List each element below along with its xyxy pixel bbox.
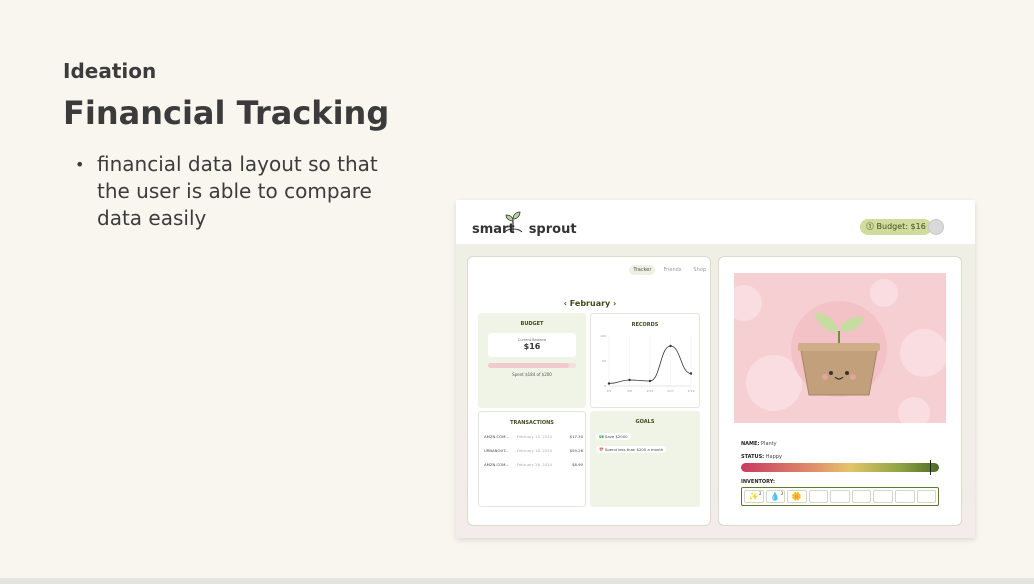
avatar[interactable] [928, 219, 944, 235]
plant-name: NAME: Planty [741, 441, 777, 447]
records-chart: 100 50 02/1 2/8 2/15 2/17 2/19 [600, 334, 695, 393]
inventory-slot-empty[interactable] [851, 490, 872, 503]
slide-bottom-bar [0, 578, 1034, 584]
transaction-merchant: AMZN.COM... [484, 462, 510, 467]
y-tick-label: 50 [602, 359, 606, 363]
month-selector[interactable]: ‹ February › [468, 299, 712, 308]
spent-progress-fill [488, 363, 569, 368]
table-row[interactable]: AMZN.COM... February 26, 2024 $8.90 [484, 462, 583, 467]
tab-shop[interactable]: Shop [689, 265, 710, 275]
inventory-slot-empty[interactable] [830, 490, 850, 503]
spent-text: Spent $184 of $200 [512, 372, 552, 377]
inventory-slot-empty[interactable] [894, 490, 915, 503]
records-point [628, 378, 631, 382]
goal-item[interactable]: 💵 Save $2000 [596, 433, 631, 440]
transactions-card: TRANSACTIONS AMZN.COM... February 13, 20… [478, 411, 586, 507]
x-tick-label: 2/19 [688, 389, 695, 393]
balance-value: $16 [523, 342, 541, 351]
plant-illustration [734, 279, 946, 423]
status-marker [930, 460, 931, 475]
flower-icon: 🌼 [791, 492, 802, 501]
status-meter [741, 460, 939, 475]
goal-item[interactable]: 📅 Spend less than $200 a month [596, 446, 667, 453]
balance-box: Current Balance $16 [488, 333, 576, 357]
app-logo[interactable]: smart sprout [472, 222, 577, 237]
tab-friends[interactable]: Friends [659, 265, 685, 275]
table-row[interactable]: URBANOUT... February 18, 2024 $59.26 [484, 448, 583, 453]
inventory-slot-sparkles[interactable]: ✨ 2 [744, 490, 764, 503]
x-tick-label: 2/1 [607, 389, 612, 393]
plant-panel: NAME: Planty STATUS: Happy INVENTORY: ✨ 2… [718, 256, 962, 526]
transaction-date: February 18, 2024 [517, 448, 552, 453]
x-tick-label: 2/8 [627, 389, 632, 393]
transaction-merchant: AMZN.COM... [484, 434, 510, 439]
transaction-date: February 13, 2024 [517, 434, 552, 439]
bullet-list: financial data layout so that the user i… [75, 151, 415, 232]
inventory-slot-water[interactable]: 💧 3 [765, 490, 786, 503]
tracker-panel: Tracker Friends Shop ‹ February › BUDGET… [467, 256, 711, 526]
records-card-title: RECORDS [631, 322, 659, 328]
budget-card: BUDGET Current Balance $16 Spent $184 of… [478, 313, 586, 408]
tab-tracker[interactable]: Tracker [629, 265, 656, 275]
water-drop-icon: 💧 [770, 492, 781, 501]
transaction-amount: $17.30 [569, 434, 583, 439]
transactions-card-title: TRANSACTIONS [510, 420, 554, 426]
records-card: RECORDS 100 50 0 2/1 2/8 2/15 2/17 2/19 [590, 313, 700, 408]
spent-progress-bar [488, 363, 576, 368]
plant-status: STATUS: Happy [741, 454, 782, 460]
inventory-bar: ✨ 2 💧 3 🌼 [741, 487, 939, 506]
transaction-amount: $59.26 [569, 448, 583, 453]
transaction-date: February 26, 2024 [517, 462, 552, 467]
x-tick-label: 2/15 [647, 389, 654, 393]
inventory-slot-empty[interactable] [873, 490, 893, 503]
app-mockup: smart sprout ⓵ Budget: $16 Tracker Friend… [456, 200, 975, 538]
goals-card-title: GOALS [635, 419, 655, 425]
transaction-merchant: URBANOUT... [484, 448, 509, 453]
records-point [648, 379, 652, 383]
app-header: smart sprout ⓵ Budget: $16 [456, 200, 975, 244]
transaction-amount: $8.90 [572, 462, 583, 467]
slide-eyebrow: Ideation [63, 59, 157, 83]
nav-tabs: Tracker Friends Shop [629, 265, 710, 275]
inventory-label: INVENTORY: [741, 479, 775, 485]
records-point [669, 344, 672, 348]
budget-card-title: BUDGET [520, 321, 544, 327]
plant-scene [734, 273, 946, 423]
inventory-slot-sun[interactable]: 🌼 [787, 490, 807, 503]
bullet-item: financial data layout so that the user i… [75, 151, 415, 232]
y-tick-label: 100 [600, 334, 606, 338]
records-point [689, 372, 693, 375]
table-row[interactable]: AMZN.COM... February 13, 2024 $17.30 [484, 434, 583, 439]
goals-card: GOALS 💵 Save $2000 📅 Spend less than $20… [590, 411, 700, 507]
inventory-slot-empty[interactable] [808, 490, 829, 503]
inventory-slot-empty[interactable] [916, 490, 937, 503]
slide-title: Financial Tracking [63, 94, 390, 132]
x-tick-label: 2/17 [667, 389, 674, 393]
budget-pill[interactable]: ⓵ Budget: $16 [860, 219, 932, 235]
records-point [607, 382, 611, 385]
y-tick-label: 0 [604, 384, 606, 388]
sparkles-icon: ✨ [748, 492, 759, 501]
